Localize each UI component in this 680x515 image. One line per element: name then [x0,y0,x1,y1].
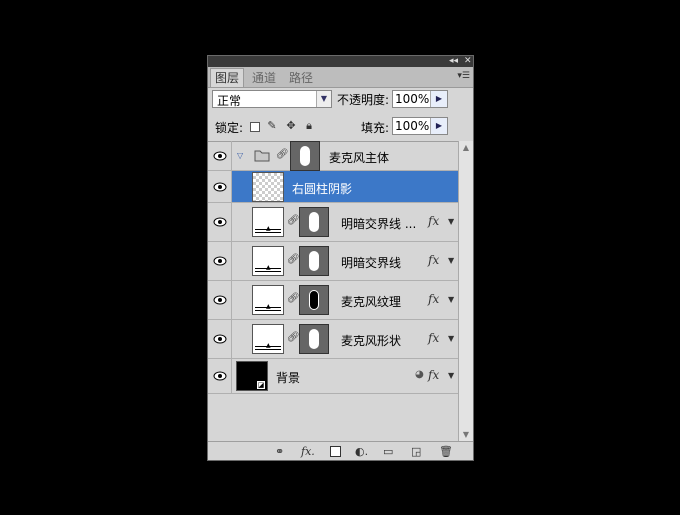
link-icon[interactable]: 🔗︎ [287,254,300,265]
fill-label: 填充: [361,121,390,135]
eye-column [208,171,232,202]
lock-icon[interactable]: 🔒︎ [303,120,315,132]
new-layer-icon[interactable]: ◲ [411,445,421,458]
eye-column [208,203,232,241]
lock-transparent-icon[interactable] [250,122,260,132]
blend-opacity-row: 正常 ▼ 不透明度: 100% ▶ [208,87,473,115]
layer-name: 背景 [276,371,301,385]
layer-row[interactable]: ◪ 背景 ◕ fx ▼ [208,359,458,394]
trash-icon[interactable]: 🗑︎ [439,445,453,458]
scrollbar[interactable]: ▲ ▼ [458,141,473,441]
eye-column [208,141,232,170]
expand-effects-icon[interactable]: ▼ [448,371,454,380]
mask-thumbnail[interactable] [290,141,320,171]
opacity-label: 不透明度: [337,93,390,107]
opacity-value: 100% [395,92,430,106]
layer-row[interactable]: ▲ 🔗︎ 麦克风形状 fx ▼ [208,320,458,359]
fx-icon[interactable]: fx [428,253,439,267]
tab-paths[interactable]: 路径 [285,69,317,87]
expand-effects-icon[interactable]: ▼ [448,256,454,265]
layer-name: 右圆柱阴影 [292,182,353,196]
layer-row[interactable]: ▲ 🔗︎ 明暗交界线 fx ▼ [208,242,458,281]
brush-icon[interactable]: ✎ [266,120,278,132]
tab-layers[interactable]: 图层 [210,68,245,87]
layer-thumbnail[interactable]: ▲ [252,285,284,315]
link-icon[interactable]: 🔗︎ [287,293,300,304]
layer-row-selected[interactable]: 右圆柱阴影 [208,171,458,203]
layer-name: 明暗交界线 ... [341,217,417,231]
eye-icon[interactable] [213,217,227,227]
fill-field[interactable]: 100% ▶ [392,117,448,135]
panel-titlebar: ◂◂ ✕ [208,56,473,67]
layer-list: ▽ 🔗︎ 麦克风主体 右圆柱阴影 ▲ 🔗︎ 明暗交界线 ... fx ▼ ▲ 🔗… [208,141,458,441]
mask-thumbnail[interactable] [299,324,329,354]
lock-label: 锁定: [215,121,244,135]
expand-effects-icon[interactable]: ▼ [448,295,454,304]
layers-panel: ◂◂ ✕ 图层 通道 路径 ▾☰ 正常 ▼ 不透明度: 100% ▶ 锁定: ✎… [207,55,474,461]
layer-thumbnail[interactable]: ▲ [252,324,284,354]
eye-column [208,281,232,319]
add-fx-icon[interactable]: fx. [301,445,315,458]
adjustment-icon[interactable]: ◐. [355,445,368,458]
eye-icon[interactable] [213,151,227,161]
tab-channels[interactable]: 通道 [248,69,280,87]
fx-icon[interactable]: fx [428,368,439,382]
eye-column [208,242,232,280]
link-icon[interactable]: 🔗︎ [276,149,289,160]
fill-value: 100% [395,119,430,133]
layer-row[interactable]: ▽ 🔗︎ 麦克风主体 [208,141,458,171]
close-icon[interactable]: ✕ [464,56,472,67]
eye-icon[interactable] [213,334,227,344]
layer-name: 明暗交界线 [341,256,402,270]
eye-column [208,320,232,358]
eye-column [208,359,232,393]
panel-menu-icon[interactable]: ▾☰ [457,71,470,81]
link-icon[interactable]: 🔗︎ [287,332,300,343]
lock-fill-row: 锁定: ✎ ✥ 🔒︎ 填充: 100% ▶ [208,115,473,142]
layer-row[interactable]: ▲ 🔗︎ 麦克风纹理 fx ▼ [208,281,458,320]
expand-effects-icon[interactable]: ▼ [448,217,454,226]
layer-row[interactable]: ▲ 🔗︎ 明暗交界线 ... fx ▼ [208,203,458,242]
triangle-down-icon[interactable]: ▽ [237,151,243,160]
layer-thumbnail[interactable] [252,172,284,202]
link-layers-icon[interactable]: ⚭ [275,445,284,458]
fill-slider-button[interactable]: ▶ [430,118,447,134]
link-icon[interactable]: 🔗︎ [287,215,300,226]
layer-name: 麦克风形状 [341,334,402,348]
fx-icon[interactable]: fx [428,331,439,345]
add-mask-icon[interactable] [330,446,341,457]
folder-icon [254,150,270,162]
group-icon[interactable]: ▭ [383,445,393,458]
eye-icon[interactable] [213,256,227,266]
collapse-icon[interactable]: ◂◂ [449,56,458,67]
scroll-down-icon[interactable]: ▼ [461,430,471,439]
layer-name: 麦克风主体 [329,151,390,165]
expand-effects-icon[interactable]: ▼ [448,334,454,343]
mask-thumbnail[interactable] [299,246,329,276]
move-icon[interactable]: ✥ [285,120,297,132]
globe-icon: ◕ [415,369,424,380]
fx-icon[interactable]: fx [428,214,439,228]
blend-mode-select[interactable]: 正常 ▼ [212,90,332,108]
mask-thumbnail[interactable] [299,207,329,237]
chevron-down-icon: ▼ [316,91,331,107]
layer-name: 麦克风纹理 [341,295,402,309]
layer-thumbnail[interactable]: ▲ [252,207,284,237]
layer-thumbnail[interactable]: ▲ [252,246,284,276]
scroll-up-icon[interactable]: ▲ [461,143,471,152]
panel-tabs: 图层 通道 路径 ▾☰ [208,67,473,88]
panel-footer: ⚭ fx. ◐. ▭ ◲ 🗑︎ [208,441,473,463]
eye-icon[interactable] [213,295,227,305]
eye-icon[interactable] [213,182,227,192]
opacity-field[interactable]: 100% ▶ [392,90,448,108]
smart-object-icon: ◪ [257,381,265,389]
opacity-slider-button[interactable]: ▶ [430,91,447,107]
blend-mode-value: 正常 [217,94,242,108]
eye-icon[interactable] [213,371,227,381]
fx-icon[interactable]: fx [428,292,439,306]
layer-thumbnail[interactable]: ◪ [236,361,268,391]
mask-thumbnail[interactable] [299,285,329,315]
